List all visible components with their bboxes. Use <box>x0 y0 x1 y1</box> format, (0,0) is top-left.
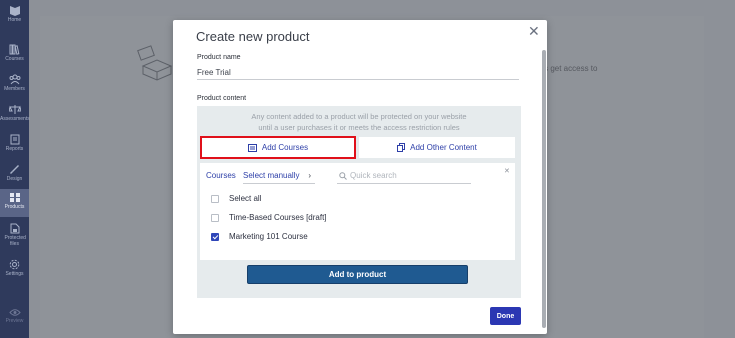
select-mode-value: Select manually <box>243 171 300 180</box>
add-courses-button[interactable]: Add Courses <box>200 136 356 159</box>
panel-close-icon[interactable]: ✕ <box>504 167 510 175</box>
sidebar: Home Courses Members Assessments Reports… <box>0 0 30 338</box>
add-other-content-label: Add Other Content <box>410 143 477 152</box>
sidebar-item-label: Members <box>4 86 25 92</box>
product-name-input[interactable]: Free Trial <box>197 68 231 77</box>
sidebar-item-courses[interactable]: Courses <box>0 44 29 62</box>
list-item-select-all[interactable]: Select all <box>211 194 261 203</box>
close-icon[interactable]: ✕ <box>528 23 540 40</box>
file-lock-icon <box>10 223 19 234</box>
content-info-text: Any content added to a product will be p… <box>197 111 521 133</box>
search-placeholder: Quick search <box>350 171 397 180</box>
chevron-right-icon: › <box>308 171 311 180</box>
checkbox[interactable] <box>211 213 219 222</box>
sidebar-item-assessments[interactable]: Assessments <box>0 104 30 122</box>
sidebar-item-protected-files[interactable]: Protected files <box>0 223 29 247</box>
sidebar-item-home[interactable]: Home <box>0 4 29 23</box>
add-to-product-button[interactable]: Add to product <box>247 265 468 284</box>
members-icon <box>9 74 20 85</box>
product-content-label: Product content <box>197 95 247 102</box>
sidebar-item-label: Assessments <box>0 116 30 122</box>
sidebar-item-design[interactable]: Design <box>0 164 29 182</box>
product-name-underline <box>197 79 519 80</box>
content-info-line: Any content added to a product will be p… <box>251 112 467 121</box>
list-item-label: Time-Based Courses [draft] <box>229 213 327 222</box>
checkbox[interactable] <box>211 194 219 203</box>
checkbox-checked[interactable] <box>211 232 219 241</box>
list-item-label: Marketing 101 Course <box>229 232 308 241</box>
modal-scrollbar[interactable] <box>542 50 546 328</box>
sidebar-item-label: Design <box>6 176 23 182</box>
products-grid-icon <box>9 193 20 202</box>
sidebar-item-reports[interactable]: Reports <box>0 134 29 152</box>
done-button[interactable]: Done <box>490 307 521 325</box>
sidebar-item-products[interactable]: Products <box>0 189 29 217</box>
product-content-box: Any content added to a product will be p… <box>197 106 521 298</box>
sidebar-item-label: Products <box>4 204 25 210</box>
course-book-icon <box>247 143 257 152</box>
sidebar-item-label: Protected files <box>4 235 26 247</box>
sidebar-item-label: Preview <box>5 318 24 324</box>
eye-icon <box>8 309 21 316</box>
list-item-label: Select all <box>229 194 262 203</box>
list-item-course[interactable]: Marketing 101 Course <box>211 232 308 241</box>
sidebar-item-label: Settings <box>5 271 24 277</box>
home-logo-icon <box>9 6 20 16</box>
modal-title: Create new product <box>196 29 310 44</box>
list-item-course[interactable]: Time-Based Courses [draft] <box>211 213 327 222</box>
create-product-modal: Create new product ✕ Product name Free T… <box>173 20 547 334</box>
sidebar-item-label: Reports <box>5 146 24 152</box>
search-icon <box>339 172 347 180</box>
books-icon <box>9 44 20 55</box>
sidebar-item-preview[interactable]: Preview <box>0 308 29 324</box>
courses-filter-tab[interactable]: Courses <box>206 171 236 180</box>
sidebar-item-settings[interactable]: Settings <box>0 259 29 277</box>
course-selection-panel: Courses Select manually › Quick search ✕… <box>200 163 515 260</box>
empty-state-illustration <box>137 45 173 81</box>
brush-icon <box>10 165 19 174</box>
product-name-label: Product name <box>197 54 241 61</box>
reports-icon <box>10 134 19 145</box>
copy-icon <box>397 143 406 152</box>
content-info-line: until a user purchases it or meets the a… <box>258 123 460 132</box>
sidebar-item-label: Home <box>7 17 22 23</box>
quick-search-input[interactable]: Quick search <box>337 171 471 184</box>
scale-icon <box>8 105 21 114</box>
gear-icon <box>9 259 20 270</box>
sidebar-item-label: Courses <box>5 56 24 62</box>
select-mode-dropdown[interactable]: Select manually › <box>243 171 315 184</box>
sidebar-item-members[interactable]: Members <box>0 74 29 92</box>
add-other-content-button[interactable]: Add Other Content <box>359 137 515 158</box>
add-courses-label: Add Courses <box>261 143 309 152</box>
